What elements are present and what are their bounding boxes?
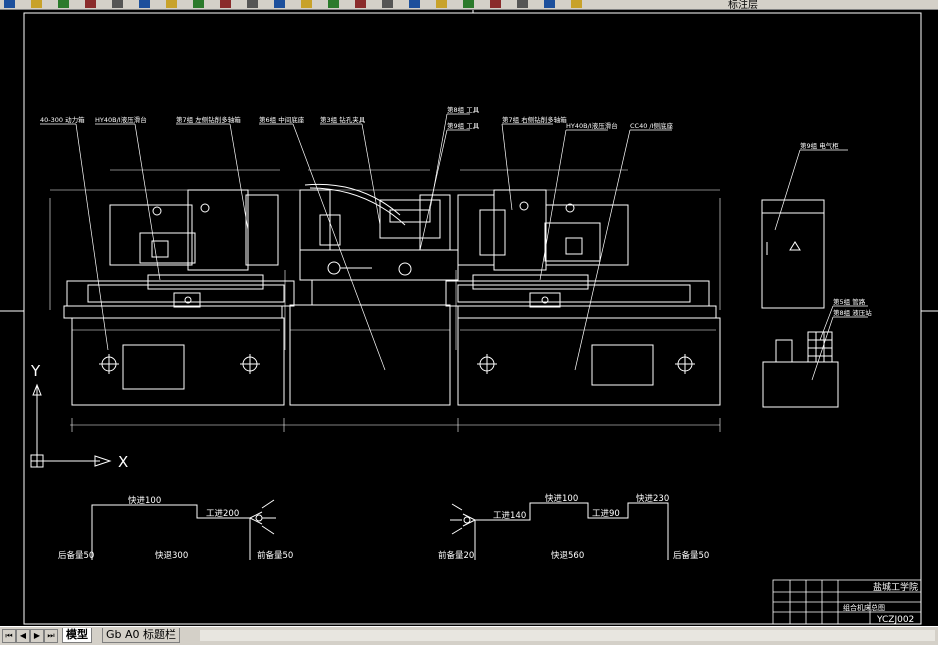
print-icon[interactable] [85, 0, 96, 8]
label-tool-9: 第9组 工具 [447, 121, 480, 130]
properties-icon[interactable] [409, 0, 420, 8]
zoom-icon[interactable] [328, 0, 339, 8]
title-drawing-name: 组合机床总图 [843, 603, 885, 612]
next-tab-button[interactable]: ▶ [30, 629, 44, 643]
pan-icon[interactable] [301, 0, 312, 8]
layer-name-text: 标注层 [728, 0, 758, 10]
label-slide-left: HY40B/I液压滑台 [95, 115, 147, 124]
layer-icon[interactable] [544, 0, 555, 8]
tab-model[interactable]: 模型 [62, 628, 92, 643]
cycle-left-rapid-in: 快进100 [128, 495, 161, 506]
power-heads [109, 189, 629, 308]
copy-icon[interactable] [166, 0, 177, 8]
match-icon[interactable] [220, 0, 231, 8]
cycle-right-rapid: 快进100 [545, 493, 578, 504]
first-tab-button[interactable]: ⏮ [2, 629, 16, 643]
ucs-icon [30, 383, 112, 468]
cycle-right-rear-stop: 后备量50 [673, 550, 709, 561]
help-icon[interactable] [517, 0, 528, 8]
prev-tab-button[interactable]: ◀ [16, 629, 30, 643]
preview-icon[interactable] [112, 0, 123, 8]
label-left-multispindle: 第7组 左侧钻削多轴箱 [176, 115, 241, 124]
layer-state-icon[interactable] [571, 0, 582, 8]
drawing-frame [0, 10, 938, 625]
cut-icon[interactable] [139, 0, 150, 8]
label-side-base: CC40 /I侧底座 [630, 121, 674, 130]
layout-tab-bar: ⏮ ◀ ▶ ⏭ 模型 Gb A0 标题栏 [0, 626, 938, 645]
cycle-left-front-stop: 前备量50 [257, 550, 293, 561]
leader-lines [40, 113, 868, 381]
last-tab-button[interactable]: ⏭ [44, 629, 58, 643]
cycle-left-rapid-back: 快退300 [155, 550, 188, 561]
undo-icon[interactable] [247, 0, 258, 8]
drawing-canvas[interactable]: 40-300 动力箱 HY40B/I液压滑台 第7组 左侧钻削多轴箱 第6组 中… [0, 10, 938, 626]
redo-icon[interactable] [274, 0, 285, 8]
cycle-left-rear-stop: 后备量50 [58, 550, 94, 561]
cycle-right-front-stop: 前备量20 [438, 550, 474, 561]
label-electric-cabinet: 第9组 电气柜 [800, 141, 839, 150]
cycle-right-rapid-back: 快退560 [551, 550, 584, 561]
ucs-y-label: Y [30, 362, 41, 380]
new-icon[interactable] [4, 0, 15, 8]
title-drawing-code: YCZJ002 [876, 615, 914, 625]
fixture [299, 183, 459, 306]
label-right-multispindle: 第7组 右侧钻削多轴箱 [502, 115, 567, 124]
cycle-right-rapid-in: 快进230 [636, 493, 669, 504]
label-power-box: 40-300 动力箱 [40, 115, 85, 124]
label-slide-right: HY40B/I液压滑台 [566, 121, 618, 130]
standard-toolbar: 标注层 [0, 0, 938, 10]
label-hydraulic-station: 第8组 液压站 [833, 308, 872, 317]
paste-icon[interactable] [193, 0, 204, 8]
label-fixture: 第3组 钻孔夹具 [320, 115, 366, 124]
save-icon[interactable] [58, 0, 69, 8]
cycle-right-work1: 工进140 [493, 511, 526, 521]
label-piping: 第5组 管路 [833, 297, 866, 306]
ucs-x-label: X [118, 453, 128, 471]
toolpalette-icon[interactable] [463, 0, 474, 8]
cycle-right-work2: 工进90 [592, 509, 620, 519]
open-icon[interactable] [31, 0, 42, 8]
label-middle-base: 第6组 中间底座 [259, 115, 305, 124]
cycle-left-work: 工进200 [206, 509, 239, 519]
zoom-prev-icon[interactable] [382, 0, 393, 8]
horizontal-scrollbar[interactable] [200, 630, 935, 641]
calc-icon[interactable] [490, 0, 501, 8]
title-school: 盐城工学院 [873, 581, 918, 593]
machine-base [63, 280, 721, 406]
label-tool-8: 第8组 工具 [447, 105, 480, 114]
electric-cabinet [761, 199, 825, 309]
zoom-window-icon[interactable] [355, 0, 366, 8]
designcenter-icon[interactable] [436, 0, 447, 8]
hydraulic-station [762, 331, 839, 408]
tab-layout1[interactable]: Gb A0 标题栏 [102, 628, 181, 643]
